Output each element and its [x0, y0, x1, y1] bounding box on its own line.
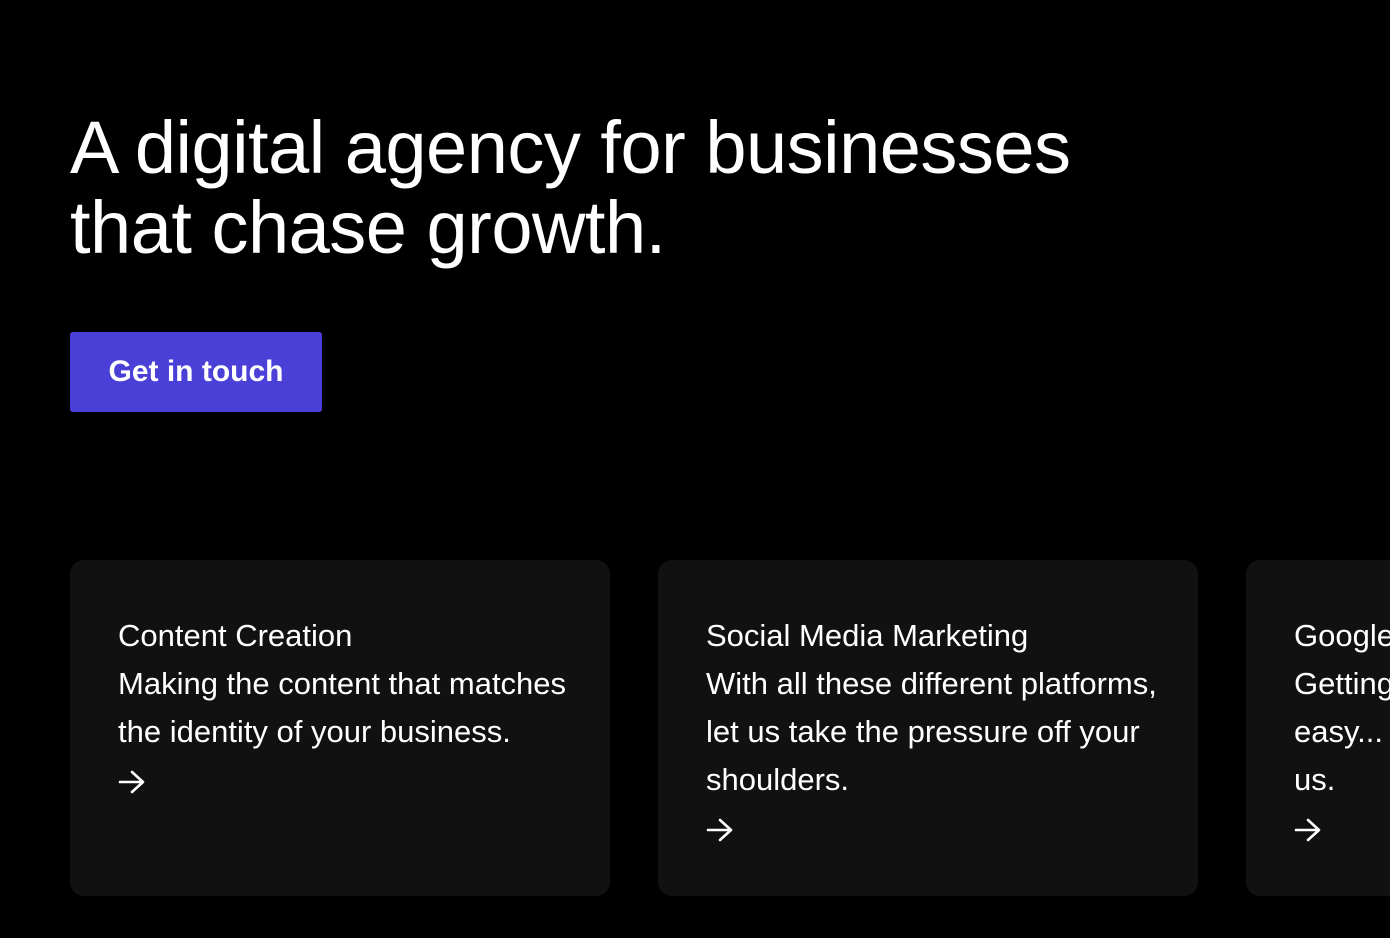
service-card-title: Google [1294, 618, 1390, 653]
service-card-title: Social Media Marketing [706, 618, 1029, 653]
hero-title: A digital agency for businesses that cha… [70, 108, 1220, 268]
service-card-content-creation[interactable]: Content Creation Making the content that… [70, 560, 610, 896]
service-card-google[interactable]: Google Getting easy... us. [1246, 560, 1390, 896]
arrow-right-icon[interactable] [118, 770, 146, 794]
arrow-right-icon[interactable] [706, 818, 734, 842]
service-card-description: Making the content that matches the iden… [118, 666, 567, 749]
service-card-description: Getting easy... us. [1294, 666, 1390, 797]
service-card-social-media-marketing[interactable]: Social Media Marketing With all these di… [658, 560, 1198, 896]
service-card-title: Content Creation [118, 618, 353, 653]
hero-title-line-1: A digital agency for businesses [70, 106, 1071, 189]
arrow-right-icon[interactable] [1294, 818, 1322, 842]
services-cards: Content Creation Making the content that… [70, 560, 1390, 896]
service-card-description: With all these different platforms, let … [706, 666, 1157, 797]
hero-title-line-2: that chase growth. [70, 186, 666, 269]
get-in-touch-button[interactable]: Get in touch [70, 332, 322, 412]
landing-page: A digital agency for businesses that cha… [0, 0, 1390, 938]
